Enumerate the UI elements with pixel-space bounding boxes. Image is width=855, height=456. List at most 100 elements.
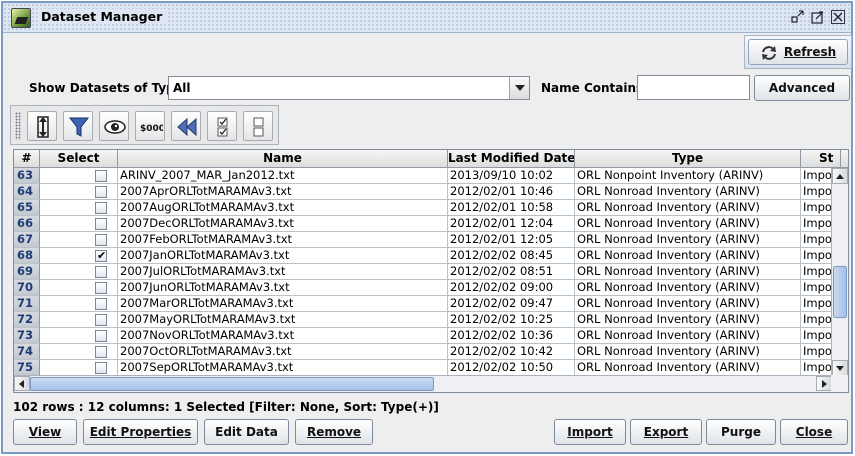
close-button[interactable]: Close: [780, 419, 848, 445]
filter-button[interactable]: [63, 111, 93, 141]
scroll-down-button[interactable]: [832, 360, 848, 376]
horizontal-scroll-thumb[interactable]: [30, 377, 434, 391]
table-row[interactable]: 70 2007JunORLTotMARAMAv3.txt 2012/02/02 09…: [14, 280, 833, 296]
status-cell[interactable]: Impor: [801, 248, 833, 264]
dataset-name-cell[interactable]: 2007OctORLTotMARAMAv3.txt: [118, 344, 448, 360]
status-cell[interactable]: Impor: [801, 216, 833, 232]
dataset-type-cell[interactable]: ORL Nonroad Inventory (ARINV): [575, 280, 801, 296]
dataset-type-cell[interactable]: ORL Nonroad Inventory (ARINV): [575, 232, 801, 248]
last-modified-cell[interactable]: 2012/02/02 10:25: [448, 312, 575, 328]
status-cell[interactable]: Impor: [801, 328, 833, 344]
dataset-type-cell[interactable]: ORL Nonroad Inventory (ARINV): [575, 248, 801, 264]
dataset-type-cell[interactable]: ORL Nonroad Inventory (ARINV): [575, 184, 801, 200]
dataset-type-cell[interactable]: ORL Nonroad Inventory (ARINV): [575, 264, 801, 280]
table-row[interactable]: 69 2007JulORLTotMARAMAv3.txt 2012/02/02 08…: [14, 264, 833, 280]
select-checkbox[interactable]: [95, 218, 107, 230]
table-row[interactable]: 74 2007OctORLTotMARAMAv3.txt 2012/02/02 10…: [14, 344, 833, 360]
advanced-button[interactable]: Advanced: [754, 75, 850, 101]
row-number[interactable]: 65: [14, 200, 40, 216]
dataset-type-cell[interactable]: ORL Nonroad Inventory (ARINV): [575, 200, 801, 216]
purge-button[interactable]: Purge: [706, 419, 776, 445]
dataset-name-cell[interactable]: 2007MayORLTotMARAMAv3.txt: [118, 312, 448, 328]
table-row[interactable]: 72 2007MayORLTotMARAMAv3.txt 2012/02/02 10…: [14, 312, 833, 328]
dataset-type-cell[interactable]: ORL Nonroad Inventory (ARINV): [575, 328, 801, 344]
table-row[interactable]: 67 2007FebORLTotMARAMAv3.txt 2012/02/01 12…: [14, 232, 833, 248]
dataset-type-cell[interactable]: ORL Nonroad Inventory (ARINV): [575, 216, 801, 232]
row-number[interactable]: 63: [14, 168, 40, 184]
row-number[interactable]: 74: [14, 344, 40, 360]
edit-data-button[interactable]: Edit Data: [204, 419, 289, 445]
edit-properties-button[interactable]: Edit Properties: [83, 419, 198, 445]
select-checkbox[interactable]: [95, 170, 107, 182]
status-cell[interactable]: Impor: [801, 200, 833, 216]
row-number[interactable]: 69: [14, 264, 40, 280]
row-number[interactable]: 70: [14, 280, 40, 296]
select-checkbox[interactable]: [95, 202, 107, 214]
column-header-type[interactable]: Type: [575, 150, 801, 168]
row-number[interactable]: 73: [14, 328, 40, 344]
vertical-scroll-thumb[interactable]: [833, 266, 847, 318]
status-cell[interactable]: Impor: [801, 312, 833, 328]
table-row[interactable]: 64 2007AprORLTotMARAMAv3.txt 2012/02/01 10…: [14, 184, 833, 200]
column-header-last-modified[interactable]: Last Modified Date: [448, 150, 575, 168]
dataset-name-cell[interactable]: 2007SepORLTotMARAMAv3.txt: [118, 360, 448, 376]
table-row[interactable]: 75 2007SepORLTotMARAMAv3.txt 2012/02/02 10…: [14, 360, 833, 376]
remove-button[interactable]: Remove: [295, 419, 373, 445]
last-modified-cell[interactable]: 2012/02/02 10:36: [448, 328, 575, 344]
last-modified-cell[interactable]: 2012/02/02 10:42: [448, 344, 575, 360]
dataset-type-cell[interactable]: ORL Nonroad Inventory (ARINV): [575, 360, 801, 376]
select-checkbox[interactable]: [95, 298, 107, 310]
row-number[interactable]: 72: [14, 312, 40, 328]
chevron-down-icon[interactable]: [509, 77, 529, 99]
select-checkbox[interactable]: [95, 266, 107, 278]
dataset-name-cell[interactable]: 2007JanORLTotMARAMAv3.txt: [118, 248, 448, 264]
status-cell[interactable]: Impor: [801, 264, 833, 280]
sort-button[interactable]: [27, 111, 57, 141]
last-modified-cell[interactable]: 2012/02/02 08:45: [448, 248, 575, 264]
select-checkbox[interactable]: [95, 282, 107, 294]
row-number[interactable]: 68: [14, 248, 40, 264]
dataset-name-cell[interactable]: 2007JulORLTotMARAMAv3.txt: [118, 264, 448, 280]
table-row[interactable]: 71 2007MarORLTotMARAMAv3.txt 2012/02/02 09…: [14, 296, 833, 312]
last-modified-cell[interactable]: 2012/02/02 09:00: [448, 280, 575, 296]
dataset-type-cell[interactable]: ORL Nonpoint Inventory (ARINV): [575, 168, 801, 184]
column-header-select[interactable]: Select: [40, 150, 118, 168]
last-modified-cell[interactable]: 2012/02/01 12:04: [448, 216, 575, 232]
import-button[interactable]: Import: [554, 419, 626, 445]
scroll-right-button[interactable]: [816, 376, 832, 391]
column-header-name[interactable]: Name: [118, 150, 448, 168]
table-row[interactable]: 68 ✔ 2007JanORLTotMARAMAv3.txt 2012/02/02 0…: [14, 248, 833, 264]
toolbar-grip[interactable]: [15, 112, 21, 140]
dataset-type-select[interactable]: All: [168, 76, 530, 100]
column-header-status[interactable]: St: [801, 150, 841, 168]
dataset-type-cell[interactable]: ORL Nonroad Inventory (ARINV): [575, 312, 801, 328]
last-modified-cell[interactable]: 2012/02/02 08:51: [448, 264, 575, 280]
scroll-up-button[interactable]: [832, 168, 848, 184]
minimize-icon[interactable]: [791, 10, 805, 24]
status-cell[interactable]: Impor: [801, 184, 833, 200]
table-row[interactable]: 63 ARINV_2007_MAR_Jan2012.txt 2013/09/10 1…: [14, 168, 833, 184]
title-bar[interactable]: Dataset Manager: [3, 3, 851, 33]
select-checkbox[interactable]: [95, 362, 107, 374]
dataset-name-cell[interactable]: 2007FebORLTotMARAMAv3.txt: [118, 232, 448, 248]
clear-selection-button[interactable]: [243, 111, 273, 141]
select-checkbox[interactable]: [95, 314, 107, 326]
status-cell[interactable]: Impor: [801, 168, 833, 184]
export-button[interactable]: Export: [630, 419, 702, 445]
select-checkbox[interactable]: ✔: [95, 249, 107, 262]
table-row[interactable]: 65 2007AugORLTotMARAMAv3.txt 2012/02/01 10…: [14, 200, 833, 216]
status-cell[interactable]: Impor: [801, 232, 833, 248]
dataset-type-cell[interactable]: ORL Nonroad Inventory (ARINV): [575, 344, 801, 360]
row-number[interactable]: 71: [14, 296, 40, 312]
dataset-name-cell[interactable]: 2007DecORLTotMARAMAv3.txt: [118, 216, 448, 232]
horizontal-scrollbar[interactable]: [14, 375, 832, 392]
maximize-icon[interactable]: [811, 10, 825, 24]
dataset-name-cell[interactable]: 2007AprORLTotMARAMAv3.txt: [118, 184, 448, 200]
last-modified-cell[interactable]: 2012/02/01 12:05: [448, 232, 575, 248]
status-cell[interactable]: Impor: [801, 296, 833, 312]
row-number[interactable]: 67: [14, 232, 40, 248]
row-number[interactable]: 75: [14, 360, 40, 376]
dataset-name-cell[interactable]: 2007AugORLTotMARAMAv3.txt: [118, 200, 448, 216]
view-columns-button[interactable]: [99, 111, 129, 141]
status-cell[interactable]: Impor: [801, 280, 833, 296]
